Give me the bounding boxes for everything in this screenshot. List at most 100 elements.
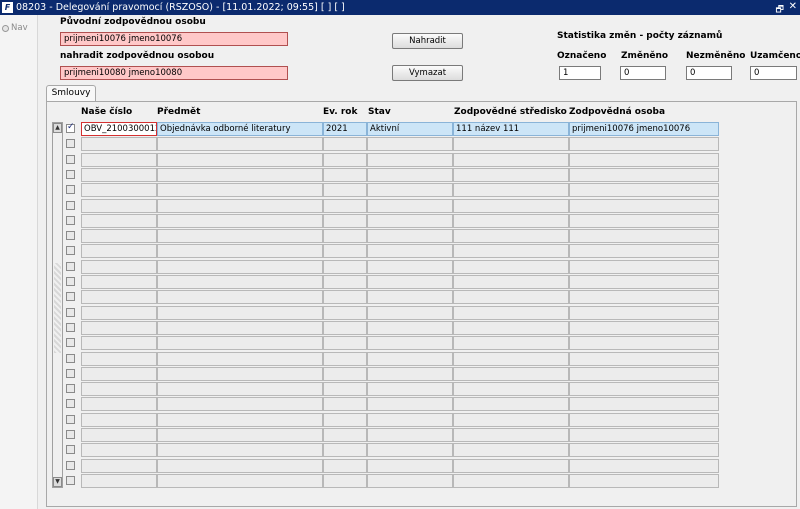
table-cell[interactable] — [367, 290, 453, 304]
table-cell[interactable] — [157, 382, 323, 396]
table-cell[interactable] — [81, 260, 157, 274]
table-cell[interactable] — [367, 137, 453, 151]
table-cell[interactable] — [453, 153, 569, 167]
table-cell[interactable] — [367, 275, 453, 289]
table-cell[interactable] — [323, 229, 367, 243]
table-cell[interactable] — [157, 153, 323, 167]
table-cell[interactable] — [323, 474, 367, 488]
table-cell[interactable] — [81, 153, 157, 167]
table-cell[interactable] — [453, 275, 569, 289]
stat-field-changed[interactable]: 0 — [620, 66, 666, 80]
row-checkbox[interactable] — [66, 122, 75, 133]
table-cell[interactable] — [323, 290, 367, 304]
stat-field-unchanged[interactable]: 0 — [686, 66, 732, 80]
table-cell[interactable] — [367, 336, 453, 350]
table-cell[interactable] — [157, 459, 323, 473]
table-cell[interactable] — [453, 260, 569, 274]
table-cell[interactable] — [323, 168, 367, 182]
close-icon[interactable]: ✕ — [789, 1, 797, 12]
table-cell[interactable]: Aktivní — [367, 122, 453, 136]
table-cell[interactable] — [367, 244, 453, 258]
table-cell[interactable] — [569, 183, 719, 197]
row-checkbox[interactable] — [66, 476, 75, 485]
scroll-down-icon[interactable]: ▼ — [53, 477, 62, 487]
row-checkbox[interactable] — [66, 369, 75, 378]
tab-smlouvy[interactable]: Smlouvy — [46, 85, 96, 101]
table-cell[interactable] — [81, 397, 157, 411]
table-cell[interactable] — [367, 459, 453, 473]
table-cell[interactable]: OBV_2100300012 — [81, 122, 157, 136]
table-cell[interactable] — [453, 229, 569, 243]
table-cell[interactable]: 111 název 111 — [453, 122, 569, 136]
row-checkbox[interactable] — [66, 185, 75, 194]
table-cell[interactable] — [367, 428, 453, 442]
table-cell[interactable] — [81, 244, 157, 258]
table-cell[interactable] — [569, 321, 719, 335]
table-cell[interactable] — [157, 306, 323, 320]
record-scrollbar[interactable]: ▲ ▼ — [52, 122, 63, 488]
table-cell[interactable] — [367, 199, 453, 213]
row-checkbox[interactable] — [66, 430, 75, 439]
replace-button[interactable]: Nahradit — [392, 33, 463, 49]
replace-person-field[interactable]: prijmeni10080 jmeno10080 — [60, 66, 288, 80]
table-cell[interactable] — [323, 428, 367, 442]
table-cell[interactable] — [569, 428, 719, 442]
table-cell[interactable] — [157, 336, 323, 350]
table-cell[interactable] — [569, 336, 719, 350]
row-checkbox[interactable] — [66, 445, 75, 454]
stat-field-locked[interactable]: 0 — [750, 66, 797, 80]
table-cell[interactable] — [569, 413, 719, 427]
table-cell[interactable] — [453, 137, 569, 151]
table-cell[interactable] — [157, 443, 323, 457]
row-checkbox[interactable] — [66, 338, 75, 347]
table-cell[interactable] — [157, 367, 323, 381]
table-cell[interactable] — [81, 229, 157, 243]
table-cell[interactable] — [157, 290, 323, 304]
table-cell[interactable] — [453, 474, 569, 488]
table-cell[interactable] — [367, 321, 453, 335]
table-cell[interactable] — [157, 428, 323, 442]
table-cell[interactable] — [367, 168, 453, 182]
table-cell[interactable] — [453, 397, 569, 411]
table-cell[interactable] — [453, 306, 569, 320]
table-cell[interactable] — [453, 352, 569, 366]
table-cell[interactable] — [569, 290, 719, 304]
table-cell[interactable] — [157, 183, 323, 197]
row-checkbox[interactable] — [66, 461, 75, 470]
table-cell[interactable] — [569, 137, 719, 151]
table-cell[interactable] — [157, 137, 323, 151]
table-cell[interactable] — [323, 459, 367, 473]
row-checkbox[interactable] — [66, 292, 75, 301]
table-cell[interactable] — [157, 214, 323, 228]
table-cell[interactable] — [323, 260, 367, 274]
table-cell[interactable] — [367, 382, 453, 396]
table-cell[interactable] — [569, 260, 719, 274]
table-cell[interactable] — [569, 443, 719, 457]
table-cell[interactable] — [569, 244, 719, 258]
table-cell[interactable] — [569, 382, 719, 396]
table-cell[interactable] — [367, 474, 453, 488]
table-cell[interactable] — [569, 229, 719, 243]
table-cell[interactable] — [453, 244, 569, 258]
row-checkbox[interactable] — [66, 246, 75, 255]
table-cell[interactable] — [323, 321, 367, 335]
table-cell[interactable] — [367, 214, 453, 228]
table-cell[interactable] — [569, 397, 719, 411]
stat-field-marked[interactable]: 1 — [559, 66, 601, 80]
table-cell[interactable] — [81, 428, 157, 442]
row-checkbox[interactable] — [66, 399, 75, 408]
table-cell[interactable] — [81, 474, 157, 488]
table-cell[interactable] — [81, 336, 157, 350]
table-cell[interactable] — [81, 459, 157, 473]
table-cell[interactable] — [569, 474, 719, 488]
scroll-up-icon[interactable]: ▲ — [53, 123, 62, 133]
table-cell[interactable] — [453, 290, 569, 304]
table-cell[interactable] — [367, 153, 453, 167]
table-cell[interactable] — [569, 214, 719, 228]
table-cell[interactable] — [81, 367, 157, 381]
table-cell[interactable] — [453, 183, 569, 197]
table-cell[interactable] — [81, 137, 157, 151]
table-cell[interactable] — [81, 199, 157, 213]
table-cell[interactable] — [157, 321, 323, 335]
table-cell[interactable]: Objednávka odborné literatury — [157, 122, 323, 136]
